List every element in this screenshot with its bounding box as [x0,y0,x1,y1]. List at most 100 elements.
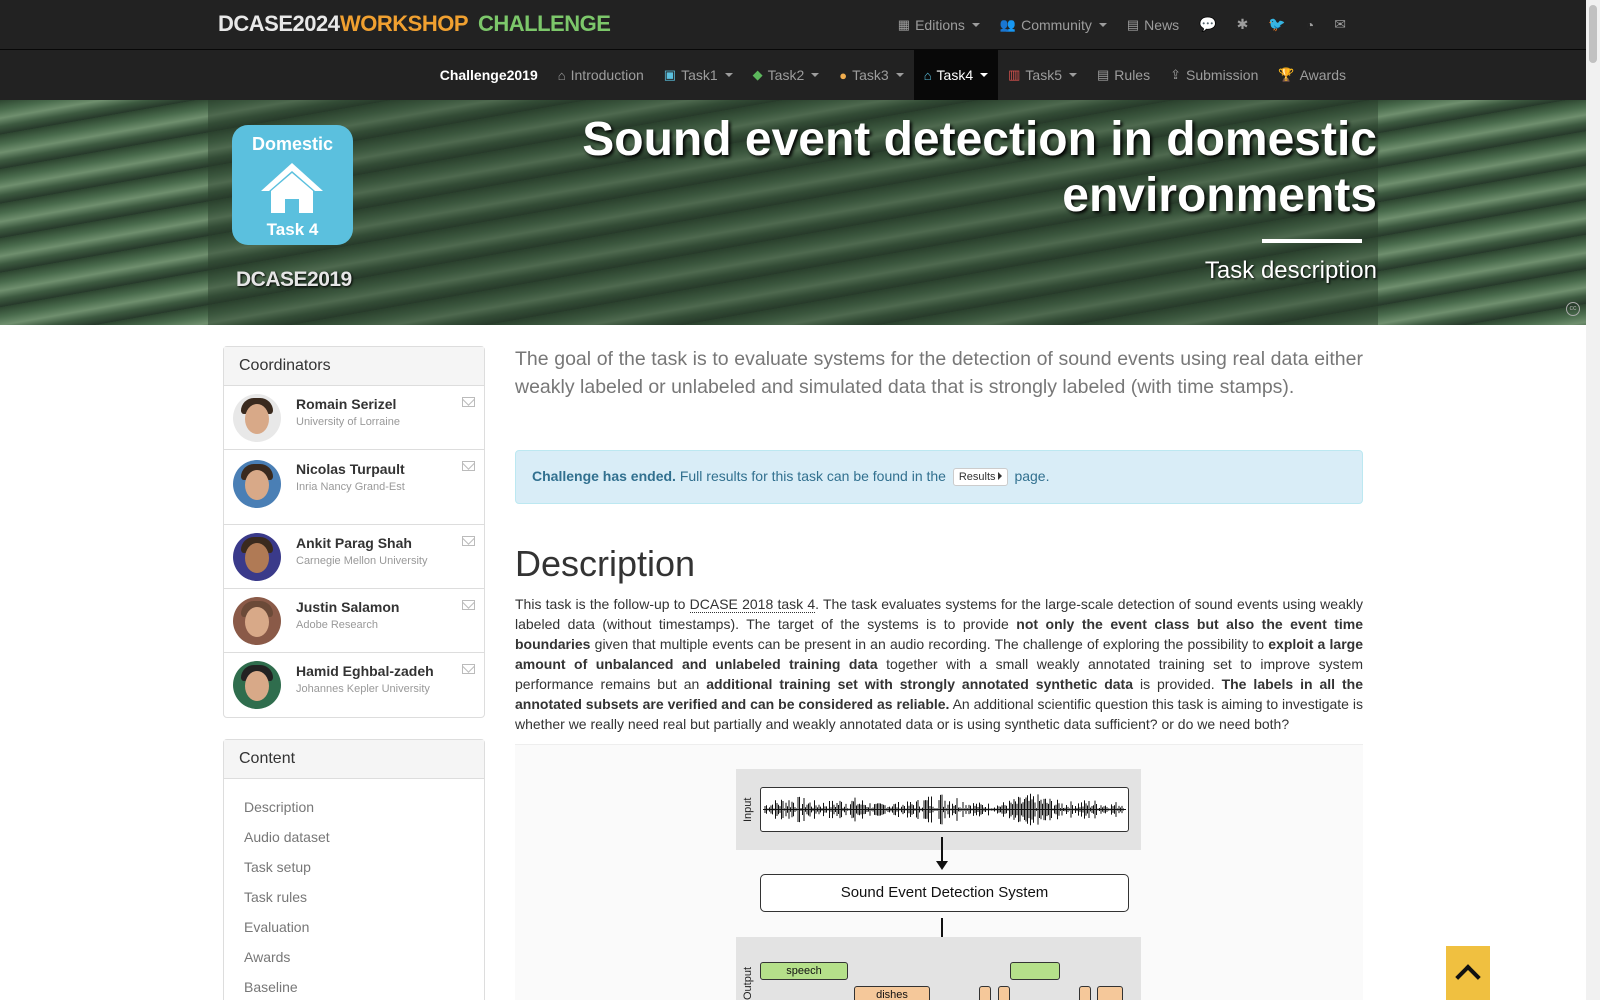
content-toc: Description Audio dataset Task setup Tas… [224,779,484,1000]
description-heading: Description [515,543,696,584]
toc-link[interactable]: Audio dataset [224,822,484,852]
scrollbar-thumb[interactable] [1589,5,1597,63]
nav-task1[interactable]: ▣ Task1 [654,50,743,100]
waveform-graphic [763,793,1126,826]
trophy-icon: 🏆 [1278,67,1295,82]
title-divider [1262,239,1362,243]
dcase2018-task4-link[interactable]: DCASE 2018 task 4 [689,596,816,613]
users-icon: 👥 [999,16,1017,32]
top-navbar: DCASE2024 WORKSHOP CHALLENGE ▦ Editions 👥… [0,0,1586,49]
challenge-ended-alert: Challenge has ended. Full results for th… [515,450,1363,504]
brand-workshop-link[interactable]: WORKSHOP [340,11,469,37]
coordinator-name[interactable]: Ankit Parag Shah [296,535,412,551]
caret-down-icon [811,73,820,77]
dcase2019-logo: DCASE2019 [236,268,352,291]
avatar [233,661,281,709]
creative-commons-icon[interactable]: cc [1566,302,1580,316]
coordinator-name[interactable]: Hamid Eghbal-zadeh [296,663,434,679]
coordinators-panel: Coordinators Romain Serizel University o… [223,346,485,718]
nav-task1-label: Task1 [681,67,718,83]
diagram-input-label: Input [742,797,754,822]
image-icon: ▣ [663,67,677,82]
coordinator-card: Ankit Parag Shah Carnegie Mellon Univers… [224,525,484,589]
brand-challenge-link[interactable]: CHALLENGE [478,11,611,37]
home-icon: ⌂ [923,67,932,83]
avatar [233,394,281,442]
text-run-bold: additional training set with strongly an… [706,676,1133,692]
newspaper-icon: ▤ [1126,16,1140,32]
nav-task4-label: Task4 [936,67,974,83]
nav-task3-label: Task3 [852,67,889,83]
alert-tail: page. [1014,468,1050,484]
avatar [233,460,281,508]
diagram-output-label: Output [742,966,754,1000]
envelope-icon[interactable] [462,600,475,610]
diagram-system-box: Sound Event Detection System [760,874,1129,912]
toc-link[interactable]: Task rules [224,882,484,912]
coordinator-name[interactable]: Romain Serizel [296,396,396,412]
event-dishes-2 [979,986,991,1000]
text-run: is provided. [1133,676,1222,692]
top-nav-menu: ▦ Editions 👥 Community ▤ News 💬 ✱ 🐦 ◔ ✉ [888,0,1356,49]
envelope-icon[interactable] [462,664,475,674]
nav-task2[interactable]: ◆ Task2 [743,50,830,100]
nav-task3[interactable]: ● Task3 [829,50,913,100]
nav-submission-label: Submission [1186,67,1259,83]
results-button-label: Results [958,471,996,484]
caret-down-icon [1098,22,1107,27]
nav-challenge2019[interactable]: Challenge2019 [430,50,548,100]
list-icon: ▤ [1097,67,1110,82]
text-run: This task is the follow-up to [515,596,690,612]
tags-icon: ◆ [752,67,763,82]
comments-icon[interactable]: 💬 [1189,0,1226,49]
coordinator-card: Nicolas Turpault Inria Nancy Grand-Est [224,450,484,525]
alert-text: Full results for this task can be found … [679,468,946,484]
coordinator-affiliation: Carnegie Mellon University [296,555,428,567]
waveform [760,787,1129,832]
page-title: Sound event detection in domestic enviro… [582,113,1377,222]
nav-introduction-label: Introduction [570,67,644,83]
nav-task5[interactable]: ▥ Task5 [998,50,1087,100]
toc-link[interactable]: Awards [224,942,484,972]
nav-awards[interactable]: 🏆 Awards [1268,50,1356,100]
envelope-icon[interactable]: ✉ [1324,0,1356,49]
scroll-to-top-button[interactable] [1446,946,1490,1000]
twitter-icon[interactable]: 🐦 [1258,0,1295,49]
coordinator-card: Hamid Eghbal-zadeh Johannes Kepler Unive… [224,653,484,717]
nav-community[interactable]: 👥 Community [990,0,1117,49]
content-heading: Content [224,740,484,779]
toc-link[interactable]: Description [224,792,484,822]
nav-submission[interactable]: ⇪ Submission [1160,50,1268,100]
arrow-down-icon [936,837,948,870]
coordinator-name[interactable]: Nicolas Turpault [296,461,405,477]
toc-link[interactable]: Baseline [224,972,484,1000]
task-badge-number: Task 4 [266,220,319,239]
toc-link[interactable]: Evaluation [224,912,484,942]
event-dishes: dishes [854,986,930,1000]
coordinator-affiliation: Adobe Research [296,619,378,631]
avatar [233,533,281,581]
coordinators-heading: Coordinators [224,347,484,386]
brand-dcase-logo[interactable]: DCASE2024 [218,11,340,37]
slack-icon[interactable]: ✱ [1227,0,1259,49]
nav-news[interactable]: ▤ News [1117,0,1189,49]
envelope-icon[interactable] [462,461,475,471]
nav-task4[interactable]: ⌂ Task4 [913,50,999,100]
nav-awards-label: Awards [1299,67,1346,83]
github-icon[interactable]: ◔ [1296,0,1324,49]
nav-task2-label: Task2 [767,67,805,83]
envelope-icon[interactable] [462,536,475,546]
text-run: given that multiple events can be presen… [590,636,1269,652]
envelope-icon[interactable] [462,397,475,407]
page-scrollbar[interactable] [1586,0,1600,1000]
alert-strong: Challenge has ended. [532,468,676,484]
nav-introduction[interactable]: ⌂ Introduction [548,50,654,100]
coordinator-name[interactable]: Justin Salamon [296,599,399,615]
challenge-navbar: Challenge2019 ⌂ Introduction ▣ Task1 ◆ Task… [0,49,1586,100]
nav-rules[interactable]: ▤ Rules [1087,50,1160,100]
nav-rules-label: Rules [1114,67,1151,83]
toc-link[interactable]: Task setup [224,852,484,882]
home-icon: ⌂ [557,67,566,83]
nav-editions[interactable]: ▦ Editions [888,0,990,49]
results-button[interactable]: Results [952,468,1008,487]
